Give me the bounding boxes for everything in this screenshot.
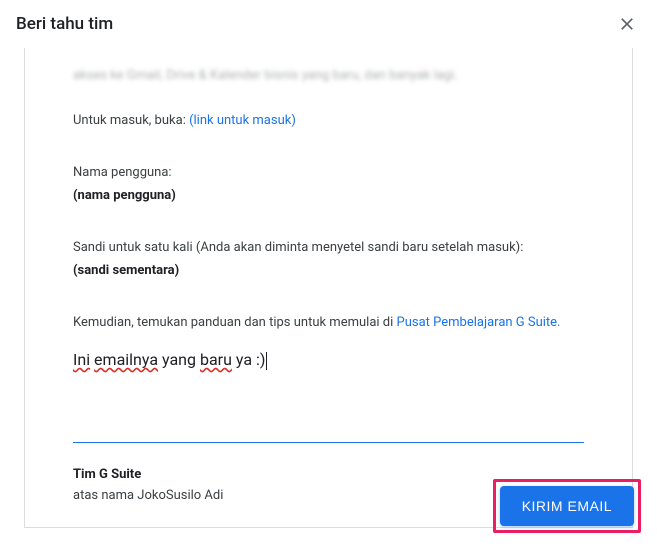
email-content: akses ke Gmail, Drive & Kalender bisnis …	[24, 48, 633, 528]
password-value: (sandi sementara)	[73, 261, 584, 281]
guide-line: Kemudian, temukan panduan dan tips untuk…	[73, 313, 584, 333]
username-label: Nama pengguna:	[73, 163, 584, 183]
editable-word: baru	[200, 350, 232, 369]
password-label: Sandi untuk satu kali (Anda akan diminta…	[73, 238, 584, 258]
partial-cutoff-text: akses ke Gmail, Drive & Kalender bisnis …	[73, 68, 584, 83]
username-value: (nama pengguna)	[73, 186, 584, 206]
text-cursor	[266, 352, 267, 370]
dialog-title: Beri tahu tim	[16, 14, 113, 34]
editable-word: emailnya	[94, 350, 158, 369]
editable-text-area[interactable]: Ini emailnya yang baru ya :)	[73, 350, 267, 370]
editable-word: yang	[162, 350, 196, 369]
login-line: Untuk masuk, buka: (link untuk masuk)	[73, 111, 584, 131]
close-icon	[617, 14, 637, 34]
send-email-button[interactable]: KIRIM EMAIL	[500, 486, 634, 526]
editable-word: ya :)	[236, 350, 266, 369]
login-prompt: Untuk masuk, buka:	[73, 113, 189, 128]
editable-word: Ini	[73, 350, 90, 369]
login-link[interactable]: (link untuk masuk)	[189, 113, 296, 128]
guide-link[interactable]: Pusat Pembelajaran G Suite.	[397, 315, 561, 330]
divider	[73, 442, 584, 443]
send-button-highlight: KIRIM EMAIL	[493, 479, 641, 533]
close-button[interactable]	[613, 10, 641, 38]
guide-text: Kemudian, temukan panduan dan tips untuk…	[73, 315, 397, 330]
